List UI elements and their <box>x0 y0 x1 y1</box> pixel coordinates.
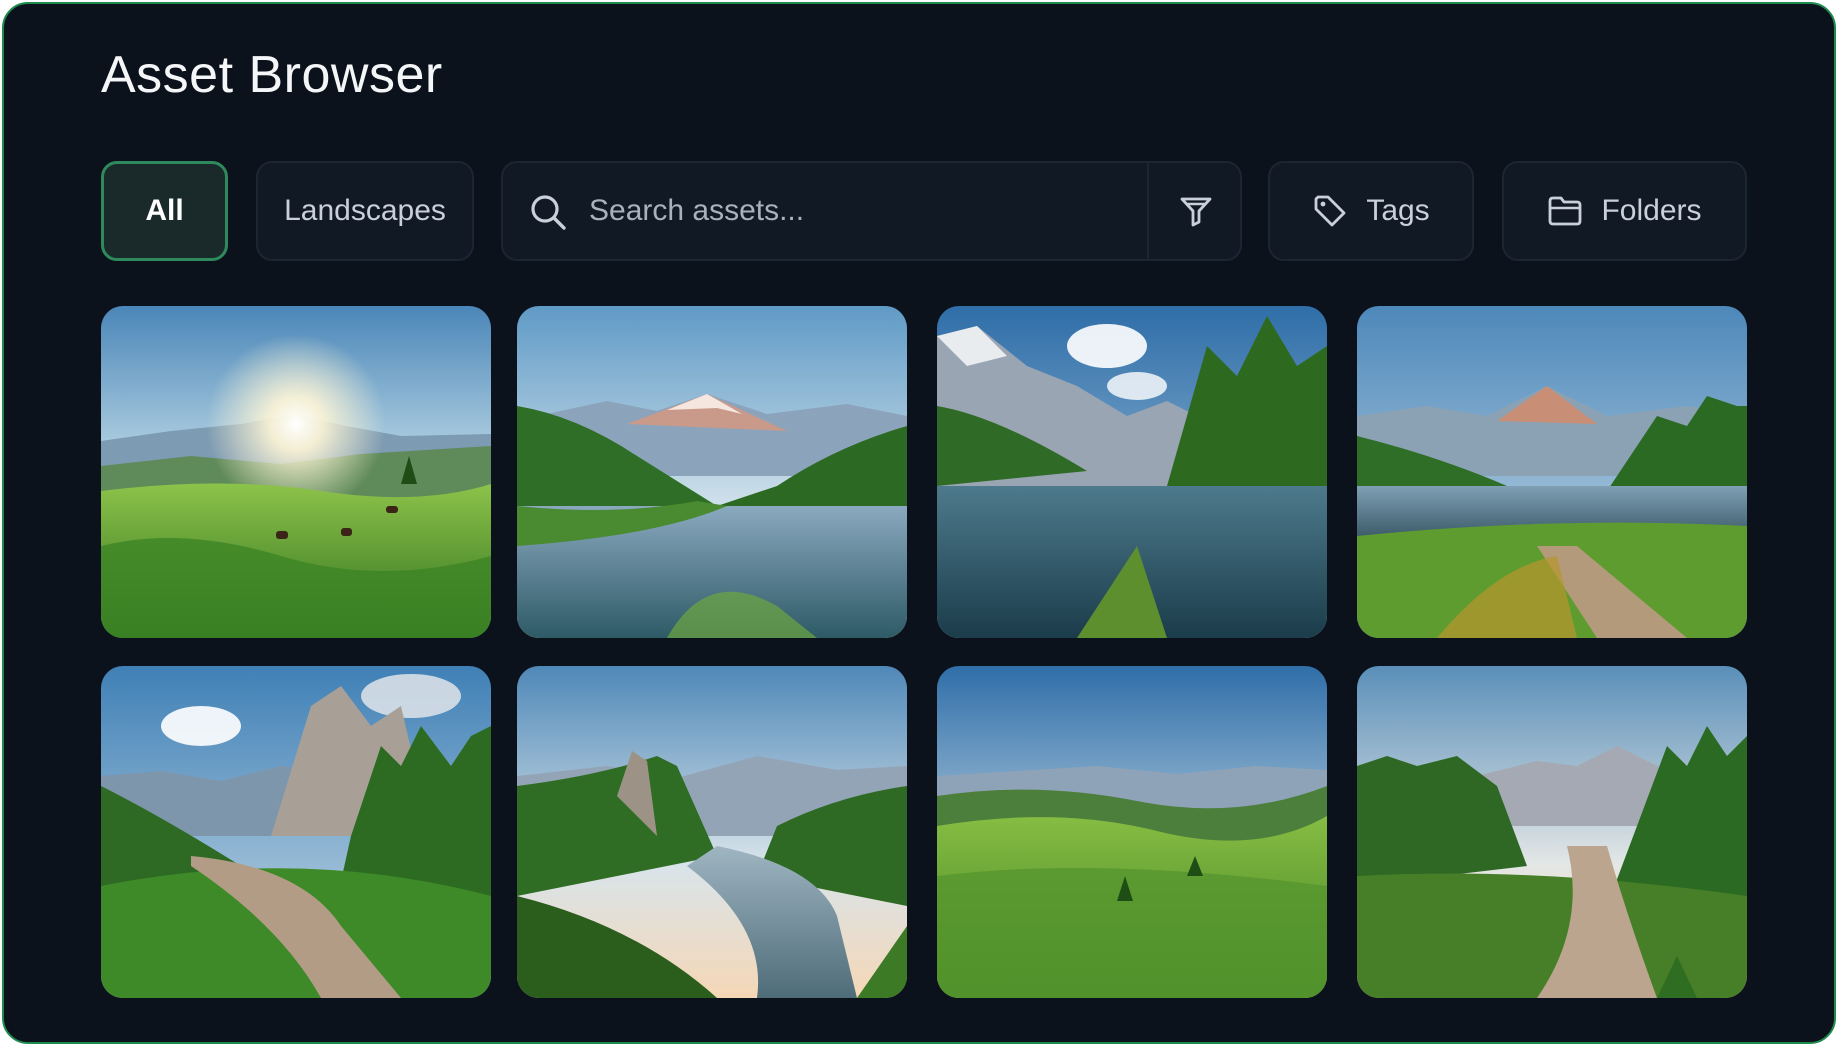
tags-button[interactable]: Tags <box>1268 161 1474 261</box>
filter-chip-landscapes[interactable]: Landscapes <box>256 161 474 261</box>
folder-icon <box>1549 196 1582 226</box>
toolbar: All Landscapes Tags <box>101 161 1747 261</box>
asset-browser-window: Asset Browser All Landscapes Search asse… <box>2 2 1836 1044</box>
filter-chip-landscapes-label: Landscapes <box>284 194 446 227</box>
asset-thumbnail[interactable] <box>1357 306 1747 638</box>
search-input[interactable] <box>589 183 1129 239</box>
asset-thumbnail[interactable] <box>517 306 907 638</box>
filter-chip-all-label: All <box>145 194 184 227</box>
tag-icon <box>1314 195 1346 227</box>
asset-thumbnail[interactable] <box>101 666 491 998</box>
landscape-image <box>517 666 907 998</box>
folders-button-label: Folders <box>1601 194 1702 227</box>
landscape-image <box>937 306 1327 638</box>
asset-thumbnail[interactable] <box>101 306 491 638</box>
filter-chip-all[interactable]: All <box>101 161 228 261</box>
asset-thumbnail[interactable] <box>937 666 1327 998</box>
landscape-image <box>101 666 491 998</box>
asset-thumbnail[interactable] <box>1357 666 1747 998</box>
landscape-image <box>1357 666 1747 998</box>
tags-button-label: Tags <box>1366 194 1430 227</box>
filter-icon <box>1180 197 1211 227</box>
landscape-image <box>937 666 1327 998</box>
search-icon <box>531 195 566 230</box>
asset-thumbnail[interactable] <box>937 306 1327 638</box>
folders-button[interactable]: Folders <box>1502 161 1747 261</box>
landscape-image <box>517 306 907 638</box>
search-bar <box>501 161 1242 261</box>
asset-thumbnail[interactable] <box>517 666 907 998</box>
landscape-image <box>101 306 491 638</box>
landscape-image <box>1357 306 1747 638</box>
page-title: Asset Browser <box>101 46 443 104</box>
filter-button[interactable] <box>1149 163 1242 259</box>
